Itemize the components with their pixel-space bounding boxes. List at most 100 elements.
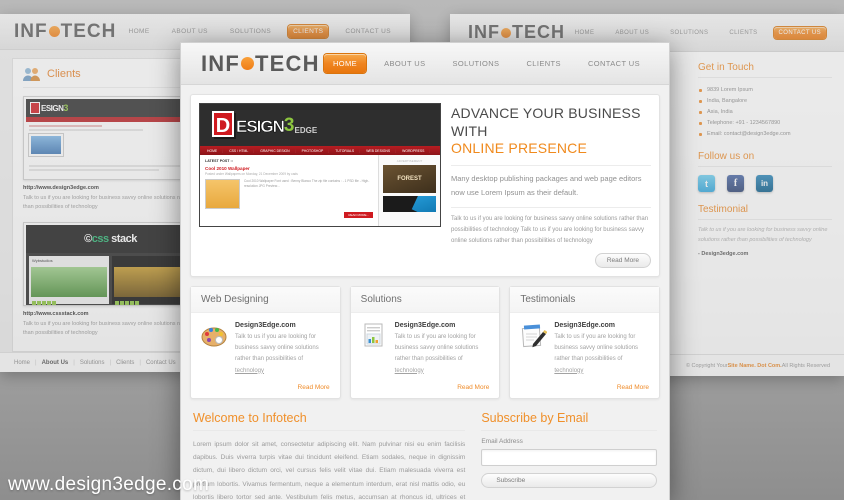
nav-item-home[interactable]: HOME: [123, 25, 154, 38]
notepad-pencil-icon: [520, 322, 548, 349]
shot-nav: HOME CSS / HTML GRAPHIC DESIGN PHOTOSHOP…: [200, 146, 440, 155]
main-header: INF TECH HOME ABOUT US SOLUTIONS CLIENTS…: [181, 43, 669, 85]
nav-item-about-us[interactable]: ABOUT US: [610, 27, 654, 39]
footer-link-solutions[interactable]: Solutions: [80, 360, 105, 366]
client-description: Talk to us if you are looking for busine…: [23, 195, 192, 211]
logo-text-part1: INF: [14, 20, 48, 42]
copyright-prefix: © Copyright Your: [685, 362, 728, 369]
client-url[interactable]: http://www.cssstack.com: [23, 311, 198, 317]
email-input[interactable]: [481, 448, 657, 466]
nav-item-solutions[interactable]: SOLUTIONS: [225, 25, 276, 38]
client-item[interactable]: ESIGN3 http://www.design3edge.com Talk t…: [23, 96, 198, 212]
contact-item-email[interactable]: Email: contact@design3edge.com: [698, 128, 832, 139]
footer-link-contact-us[interactable]: Contact Us: [146, 360, 176, 366]
shot-ad-banner-secondary: [383, 196, 436, 212]
shot-post-thumbnail: [205, 179, 240, 209]
people-icon: [23, 67, 41, 81]
hero-screenshot-design3edge[interactable]: D ESIGN 3 EDGE HOME CSS / HTML GRAPHIC D…: [199, 103, 441, 227]
card-subject: Design3Edge.com: [554, 322, 616, 330]
card-desc-link[interactable]: technology: [395, 368, 424, 374]
nav-item-solutions[interactable]: SOLUTIONS: [665, 27, 713, 39]
nav-item-contact-us[interactable]: CONTACT US: [773, 26, 826, 39]
card-read-more[interactable]: Read More: [191, 384, 340, 398]
card-title: Web Designing: [191, 287, 340, 314]
copyright-suffix: All Rights Reserved: [781, 362, 830, 369]
shot-latest-post-label: LATEST POST ::: [205, 159, 233, 163]
client-description: Talk to us if you are looking for busine…: [23, 321, 192, 337]
main-body: D ESIGN 3 EDGE HOME CSS / HTML GRAPHIC D…: [181, 85, 669, 500]
main-nav[interactable]: HOME ABOUT US SOLUTIONS CLIENTS CONTACT …: [323, 54, 649, 73]
card-testimonials[interactable]: Testimonials Design3Edge.com Talk to us …: [509, 286, 661, 399]
twitter-icon[interactable]: t: [698, 175, 715, 192]
nav-item-clients[interactable]: CLIENTS: [517, 54, 569, 73]
welcome-paragraph-1: Lorem ipsum dolor sit amet, consectetur …: [193, 440, 466, 500]
nav-item-contact-us[interactable]: CONTACT US: [579, 54, 649, 73]
main-window-home[interactable]: INF TECH HOME ABOUT US SOLUTIONS CLIENTS…: [180, 42, 670, 500]
shot-read-more-button: READ MORE...: [344, 212, 373, 218]
nav-item-contact-us[interactable]: CONTACT US: [340, 25, 396, 38]
subscribe-column: Subscribe by Email Email Address Subscri…: [481, 411, 657, 500]
card-desc-a: Talk to us if you are looking for busine…: [394, 334, 479, 363]
hero-read-more-button[interactable]: Read More: [594, 253, 651, 269]
card-subject: Design3Edge.com: [235, 322, 296, 330]
logo-text-part2: TECH: [512, 22, 565, 42]
facebook-icon[interactable]: f: [727, 175, 744, 192]
footer-link-home[interactable]: Home: [14, 360, 30, 366]
shot-ad-label: ADVERTISEMENT: [396, 159, 423, 163]
shot-post-body: Cool 2010 Wallpaper Font used : Benny Bl…: [244, 179, 370, 188]
social-links[interactable]: t f in: [698, 175, 832, 192]
right-window-nav[interactable]: HOME ABOUT US SOLUTIONS CLIENTS CONTACT …: [570, 26, 826, 39]
client-thumbnail-design3edge[interactable]: ESIGN 3: [23, 96, 198, 180]
chart-document-icon: [361, 322, 388, 349]
copyright-brand[interactable]: Site Name. Dot Com.: [728, 363, 782, 369]
footer-link-clients[interactable]: Clients: [116, 360, 134, 366]
shot-nav-item: PHOTOSHOP: [297, 148, 330, 153]
left-window-nav[interactable]: HOME ABOUT US SOLUTIONS CLIENTS CONTACT …: [123, 25, 396, 38]
card-read-more[interactable]: Read More: [351, 384, 500, 398]
card-solutions[interactable]: Solutions Design3Edge.com Talk to us if …: [349, 286, 501, 399]
contact-item-address: 9839 Lorem Ipsum: [698, 84, 832, 95]
palette-icon: [201, 322, 228, 349]
client-item[interactable]: ©css stack Wybstudios http://www.cssstac…: [23, 222, 198, 338]
card-web-designing[interactable]: Web Designing Design3Edge.com Talk to us…: [190, 286, 341, 399]
hero-heading-line1: ADVANCE YOUR BUSINESS WITH: [451, 105, 641, 139]
footer-link-about-us[interactable]: About Us: [42, 360, 69, 366]
subscribe-button[interactable]: Subscribe: [481, 472, 657, 488]
nav-item-home[interactable]: HOME: [570, 27, 600, 39]
logo-right: INF TECH: [468, 22, 565, 43]
card-description: Talk to us if you are looking for busine…: [395, 332, 490, 376]
orange-circle-icon: [48, 26, 60, 37]
testimonial-author: - Design3edge.com: [698, 250, 749, 257]
card-read-more[interactable]: Read More: [510, 384, 659, 398]
lower-section: Welcome to Infotech Lorem ipsum dolor si…: [190, 411, 660, 500]
nav-item-clients[interactable]: CLIENTS: [288, 25, 329, 38]
logo-text-part2: TECH: [60, 20, 117, 42]
watermark: www.design3edge.com: [8, 474, 210, 495]
nav-item-clients[interactable]: CLIENTS: [724, 27, 762, 39]
logo-text-part2: TECH: [255, 50, 320, 76]
nav-item-about-us[interactable]: ABOUT US: [167, 25, 213, 38]
contact-item-region: Asia, India: [698, 106, 832, 117]
testimonial-text: Talk to us if you are looking for busine…: [698, 227, 828, 243]
shot-post-meta: Posted under Wallpapers on Monday, 21 De…: [205, 172, 298, 176]
shot-nav-item: WEB DESIGNS: [361, 148, 397, 153]
nav-item-about-us[interactable]: ABOUT US: [375, 54, 434, 73]
card-desc-link[interactable]: technology: [554, 368, 583, 374]
nav-item-home[interactable]: HOME: [323, 54, 367, 73]
shot-logo-esign: ESIGN: [236, 117, 285, 137]
card-desc-link[interactable]: technology: [235, 368, 264, 374]
divider: [451, 207, 651, 208]
shot-nav-item: HOME: [202, 148, 224, 153]
client-thumbnail-cssstack[interactable]: ©css stack Wybstudios: [23, 222, 198, 307]
client-url[interactable]: http://www.design3edge.com: [23, 185, 198, 191]
linkedin-icon[interactable]: in: [756, 175, 773, 192]
logo-main[interactable]: INF TECH: [201, 51, 320, 77]
divider: [451, 164, 651, 166]
contact-item-telephone: Telephone: +91 - 1234567890: [698, 117, 832, 128]
card-desc-a: Talk to us if you are looking for busine…: [235, 334, 319, 363]
welcome-column: Welcome to Infotech Lorem ipsum dolor si…: [193, 411, 466, 500]
contact-sidebar: Get in Touch 9839 Lorem Ipsum India, Ban…: [684, 52, 844, 354]
shot-nav-item: CSS / HTML: [224, 148, 255, 153]
email-address-label: Email Address: [481, 437, 523, 445]
nav-item-solutions[interactable]: SOLUTIONS: [444, 54, 509, 73]
